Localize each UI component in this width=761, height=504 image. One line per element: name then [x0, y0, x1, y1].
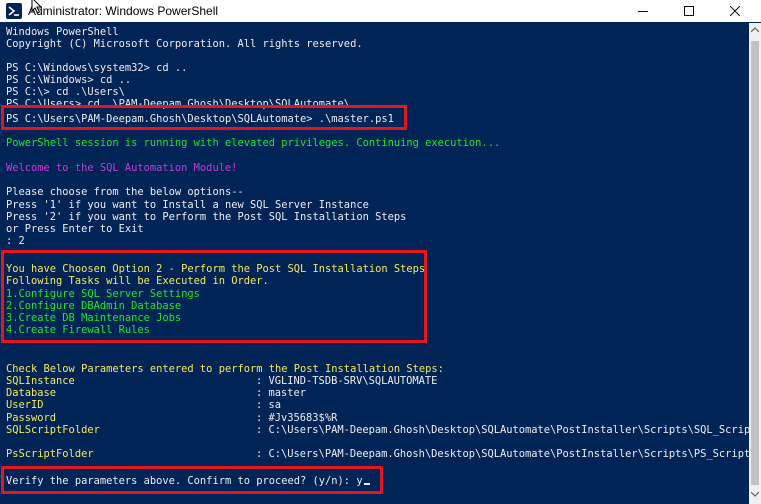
console-params-header: Check Below Parameters entered to perfor…	[6, 363, 444, 375]
console-menu-option: Press '1' if you want to Install a new S…	[6, 199, 369, 211]
scroll-up-icon[interactable]	[751, 27, 759, 33]
console-param-name: Password	[6, 412, 57, 424]
maximize-button[interactable]	[666, 0, 712, 22]
console-command-line: PS C:\> cd .\Users\	[6, 86, 125, 98]
console-param-value: : C:\Users\PAM-Deepam.Ghosh\Desktop\SQLA…	[256, 448, 749, 460]
console-command-line: PS C:\Windows> cd ..	[6, 74, 132, 86]
minimize-icon	[638, 11, 648, 12]
scroll-down-icon[interactable]	[751, 491, 759, 497]
console-output[interactable]: Windows PowerShell Copyright (C) Microso…	[0, 23, 749, 504]
mouse-pointer-icon	[31, 0, 43, 14]
console-param-name: Database	[6, 387, 57, 399]
console-param-name: PsScriptFolder	[6, 448, 94, 460]
maximize-icon	[684, 6, 694, 16]
close-button[interactable]	[712, 0, 761, 22]
minimize-button[interactable]	[620, 0, 666, 22]
console-param-value: : VGLIND-TSDB-SRV\SQLAUTOMATE	[256, 375, 438, 387]
console-menu-prompt: Please choose from the below options--	[6, 186, 244, 198]
console-menu-input: : 2	[6, 235, 25, 247]
console-elevated-message: PowerShell session is running with eleva…	[6, 137, 501, 149]
console-param-value: : C:\Users\PAM-Deepam.Ghosh\Desktop\SQLA…	[256, 424, 749, 436]
close-icon	[730, 6, 740, 16]
highlight-run-script	[1, 105, 407, 130]
console-welcome-message: Welcome to the SQL Automation Module!	[6, 162, 238, 174]
console-param-value: : #Jv35683$%R	[256, 412, 338, 424]
title-bar[interactable]: Administrator: Windows PowerShell	[0, 0, 761, 22]
console-param-name: UserID	[6, 399, 44, 411]
highlight-confirm-prompt	[1, 466, 383, 494]
console-param-name: SQLScriptFolder	[6, 424, 100, 436]
console-param-value: : sa	[256, 399, 282, 411]
console-menu-option: or Press Enter to Exit	[6, 223, 144, 235]
vertical-scrollbar[interactable]	[749, 23, 761, 504]
window-title: Administrator: Windows PowerShell	[28, 4, 219, 18]
highlight-chosen-option	[1, 250, 427, 343]
console-param-name: SQLInstance	[6, 375, 75, 387]
scrollbar-thumb[interactable]	[751, 41, 759, 485]
console-copyright-line: Copyright (C) Microsoft Corporation. All…	[6, 38, 363, 50]
console-param-value: : master	[256, 387, 307, 399]
console-command-line: PS C:\Windows\system32> cd ..	[6, 62, 188, 74]
powershell-icon	[6, 3, 22, 19]
console-header-line: Windows PowerShell	[6, 26, 119, 38]
console-menu-option: Press '2' if you want to Perform the Pos…	[6, 211, 407, 223]
